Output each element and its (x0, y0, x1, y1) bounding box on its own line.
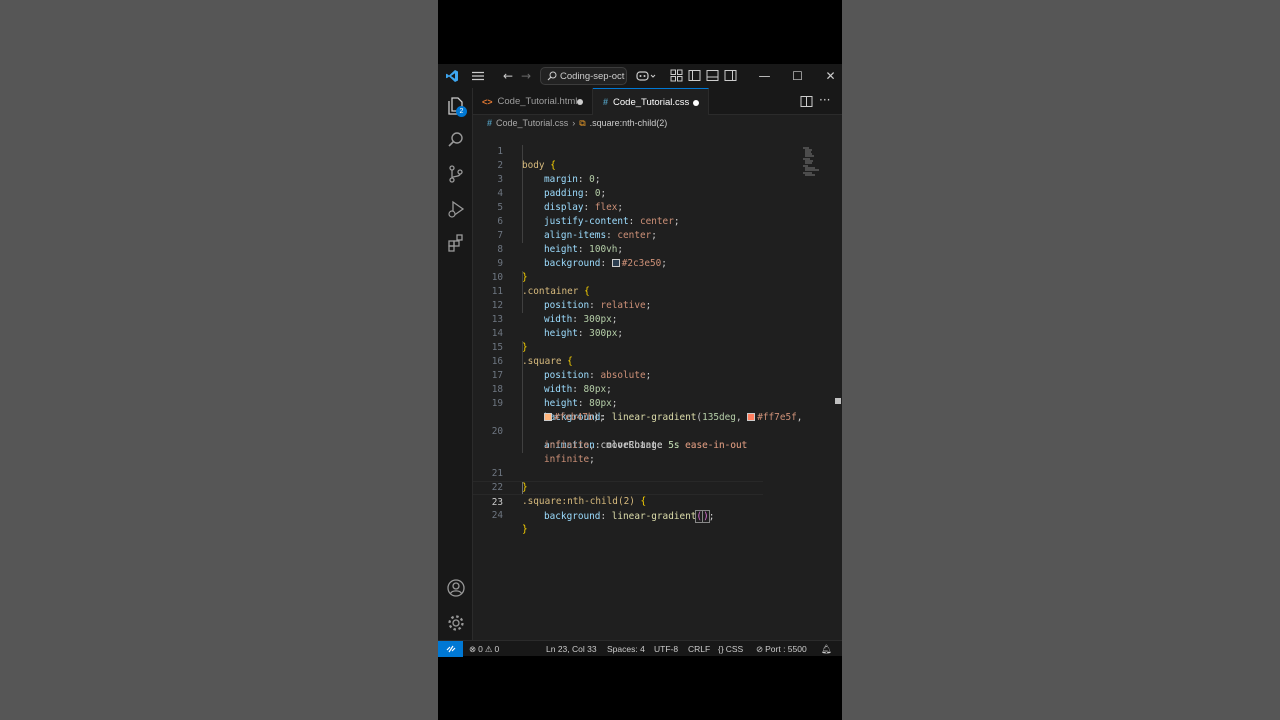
minimap[interactable] (803, 147, 819, 177)
code-line: 10 .container { (473, 257, 803, 297)
tab-label: Code_Tutorial.css (613, 96, 690, 108)
toggle-primary-sidebar-icon[interactable] (688, 69, 701, 82)
code-line: 8 background: #2c3e50; (473, 229, 803, 269)
block-icon: ⊘ (756, 643, 764, 654)
background-right (842, 0, 1280, 720)
line-ending[interactable]: CRLF (688, 641, 710, 657)
code-line: 17 width: 80px; (473, 355, 803, 395)
code-line: 24 } (473, 495, 803, 535)
video-frame: ← → Coding-sep-oct — ☐ ✕ 2 <> Code_Tutor… (438, 0, 842, 720)
vscode-logo-icon (446, 70, 458, 82)
current-code-line: 23 background: linear-gradient(); (473, 481, 763, 523)
port-label: Port : 5500 (765, 644, 807, 654)
code-line: 12 width: 300px; (473, 285, 803, 325)
code-line: 9 } (473, 243, 803, 283)
code-line-wrapped: infinite; (544, 454, 595, 465)
search-label: Coding-sep-oct (560, 70, 625, 82)
explorer-badge: 2 (456, 106, 467, 117)
tab-code-tutorial-html[interactable]: <> Code_Tutorial.html (473, 88, 593, 115)
run-debug-icon[interactable] (446, 199, 466, 219)
problems-indicator[interactable]: ⊗ 0 ⚠ 0 (469, 641, 499, 657)
search-icon[interactable] (446, 130, 466, 150)
code-line: 21 } (473, 453, 803, 493)
unsaved-dot-icon[interactable] (577, 99, 583, 105)
command-center-search[interactable]: Coding-sep-oct (540, 67, 627, 85)
code-line: 19 background: linear-gradient(135deg, #… (473, 383, 803, 423)
scrollbar-cursor-marker[interactable] (835, 398, 841, 404)
indentation[interactable]: Spaces: 4 (607, 641, 645, 657)
language-label: CSS (725, 644, 744, 654)
html-file-icon: <> (482, 96, 493, 107)
forward-arrow-icon[interactable]: → (519, 64, 533, 88)
symbol-class-icon: ⧉ (579, 117, 586, 128)
warning-count: 0 (494, 644, 500, 654)
code-line: 4 display: flex; (473, 173, 803, 213)
chevron-right-icon: › (572, 118, 576, 128)
language-mode[interactable]: {} CSS (718, 641, 743, 657)
minimize-icon[interactable]: — (748, 64, 781, 88)
code-line: 5 justify-content: center; (473, 187, 803, 227)
warning-icon: ⚠ (484, 643, 493, 654)
code-line: 1 body { (473, 131, 803, 171)
breadcrumb-symbol[interactable]: .square:nth-child(2) (590, 118, 668, 128)
code-line: 14 } (473, 313, 803, 353)
tab-label: Code_Tutorial.html (497, 96, 578, 107)
maximize-icon[interactable]: ☐ (781, 64, 814, 88)
notifications-bell-icon[interactable]: 🔔︎ (821, 641, 832, 657)
braces-icon: {} (718, 644, 724, 654)
code-line: 2 margin: 0; (473, 145, 803, 185)
code-line: 22 .square:nth-child(2) { (473, 467, 803, 507)
code-line: 18 height: 80px; (473, 369, 803, 409)
vscode-window: ← → Coding-sep-oct — ☐ ✕ 2 <> Code_Tutor… (438, 64, 842, 657)
more-actions-icon[interactable]: ··· (819, 93, 830, 107)
code-line-wrapped: infinite, colorChange 5s ease-in-out (544, 440, 748, 451)
breadcrumb-file[interactable]: Code_Tutorial.css (496, 118, 568, 128)
activity-bar: 2 (438, 88, 473, 644)
unsaved-dot-icon[interactable] (693, 100, 699, 106)
code-line: 15 .square { (473, 327, 803, 367)
title-bar: ← → Coding-sep-oct — ☐ ✕ (438, 64, 842, 88)
code-line: 11 position: relative; (473, 271, 803, 311)
code-editor[interactable]: 1 body { 2 margin: 0; 3 padding: 0; 4 di… (473, 131, 842, 644)
background-left (0, 0, 438, 720)
cursor-position[interactable]: Ln 23, Col 33 (546, 641, 597, 657)
search-icon (547, 71, 557, 81)
encoding[interactable]: UTF-8 (654, 641, 678, 657)
breadcrumb: # Code_Tutorial.css › ⧉ .square:nth-chil… (473, 115, 842, 131)
tab-code-tutorial-css[interactable]: # Code_Tutorial.css (593, 88, 709, 115)
settings-gear-icon[interactable] (446, 613, 466, 633)
live-server-port[interactable]: ⊘ Port : 5500 (756, 641, 807, 657)
toggle-panel-icon[interactable] (706, 69, 719, 82)
error-count: 0 (478, 644, 483, 654)
code-line: 6 align-items: center; (473, 201, 803, 241)
code-line-wrapped: #feb47b); (473, 397, 803, 423)
remote-indicator-icon[interactable] (438, 641, 463, 657)
code-line: 3 padding: 0; (473, 159, 803, 199)
code-line: 7 height: 100vh; (473, 215, 803, 255)
line-number: 24 (491, 510, 503, 521)
status-bar: ⊗ 0 ⚠ 0 Ln 23, Col 33 Spaces: 4 UTF-8 CR… (438, 640, 842, 657)
customize-layout-icon[interactable] (670, 69, 683, 82)
toggle-secondary-sidebar-icon[interactable] (724, 69, 737, 82)
source-control-icon[interactable] (446, 164, 466, 184)
copilot-icon[interactable] (636, 69, 658, 83)
editor-tabs: <> Code_Tutorial.html # Code_Tutorial.cs… (473, 88, 842, 115)
accounts-icon[interactable] (446, 578, 466, 598)
split-editor-icon[interactable] (800, 95, 813, 108)
code-line: 16 position: absolute; (473, 341, 803, 381)
back-arrow-icon[interactable]: ← (501, 64, 515, 88)
error-icon: ⊗ (469, 643, 477, 654)
close-icon[interactable]: ✕ (814, 64, 842, 88)
css-file-icon: # (487, 118, 493, 128)
css-file-icon: # (603, 97, 609, 107)
code-line: 20 animation: moveRotate 5s ease-in-out (473, 411, 803, 451)
code-line: 13 height: 300px; (473, 299, 803, 339)
property: background (544, 511, 601, 522)
function-name: linear-gradient (611, 511, 697, 522)
menu-icon[interactable] (471, 69, 485, 83)
extensions-icon[interactable] (446, 233, 466, 253)
